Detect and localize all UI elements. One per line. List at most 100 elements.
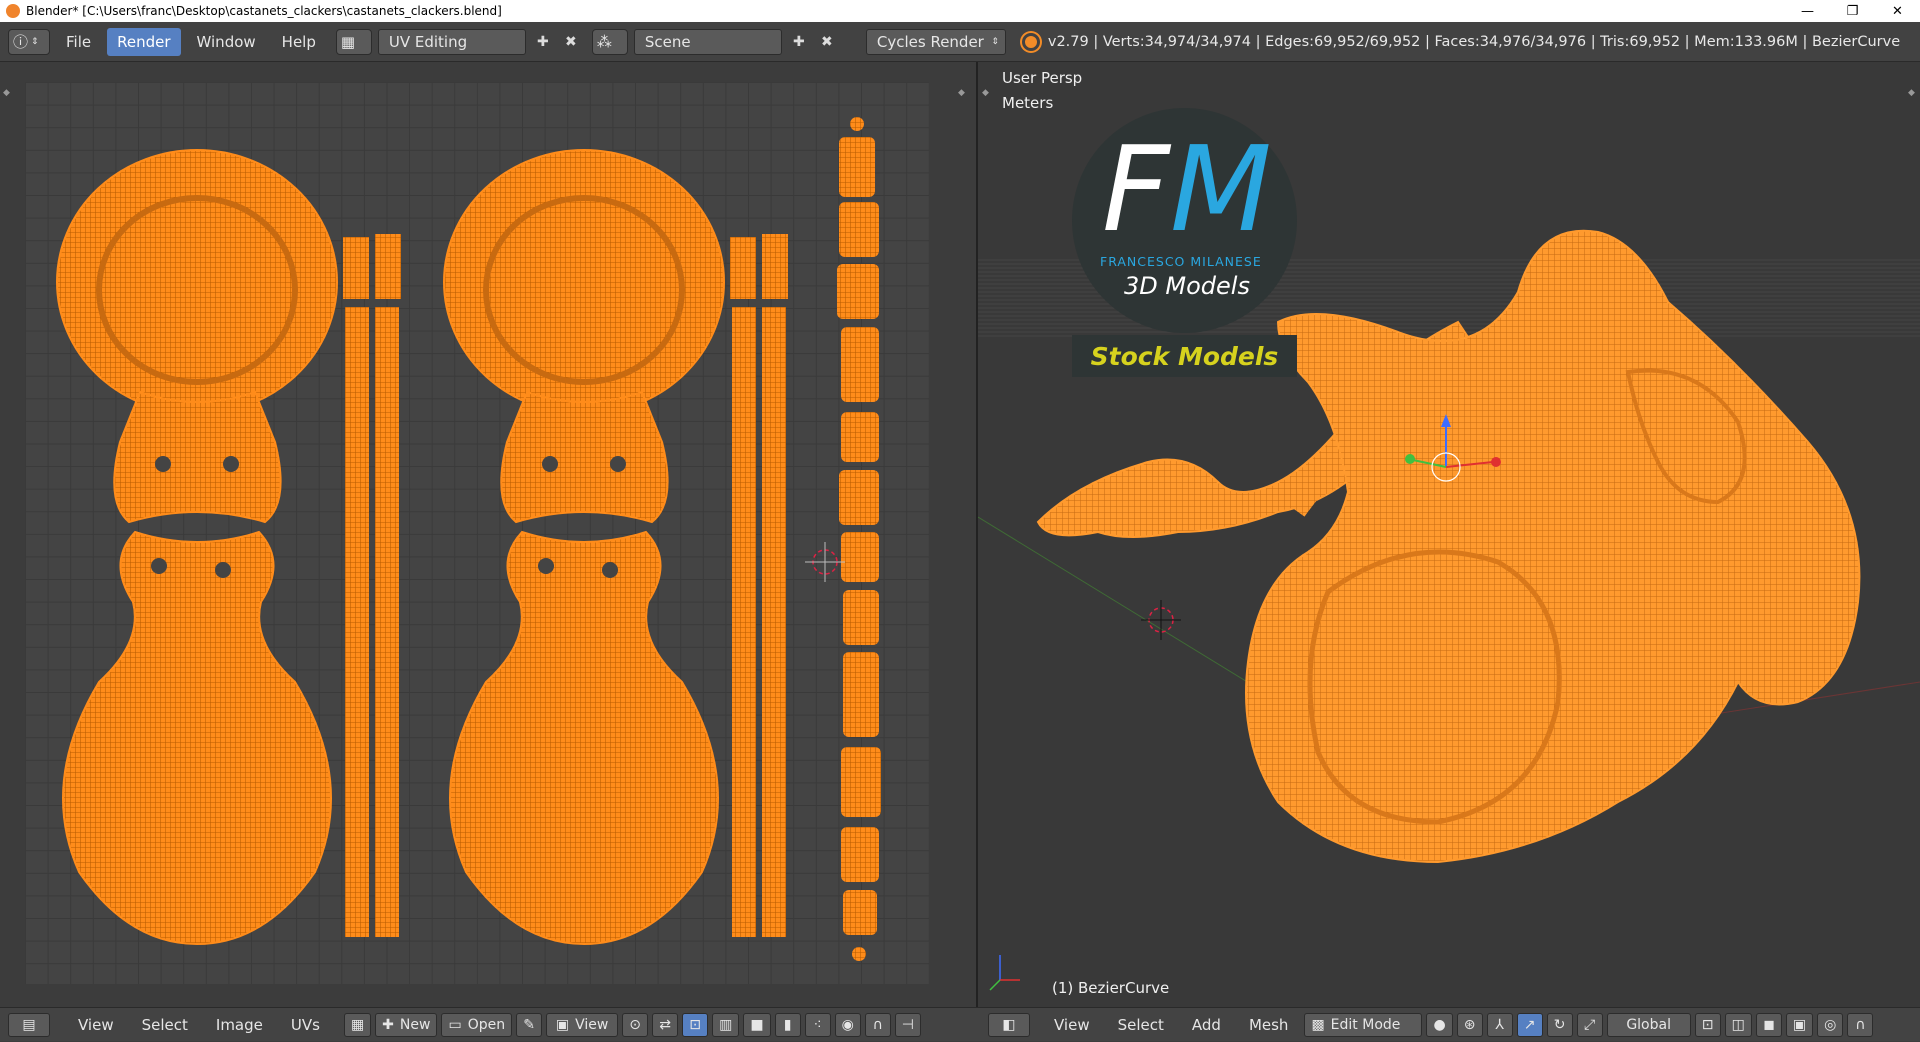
image-browse-button[interactable]: ▦: [343, 1012, 372, 1037]
snap-toggle[interactable]: ∩: [864, 1012, 891, 1037]
updown-icon: ⇕: [31, 36, 39, 47]
scale-manipulator-button[interactable]: ⤢: [1576, 1012, 1603, 1037]
snap-magnet-toggle[interactable]: ∩: [1847, 1012, 1874, 1037]
edge-select-icon: ▥: [719, 1016, 733, 1033]
shading-sphere-icon: ●: [1433, 1016, 1446, 1033]
new-image-label: New: [399, 1016, 431, 1033]
scene-icon: ⁂: [596, 32, 612, 51]
folder-icon: ▭: [448, 1016, 462, 1033]
interaction-mode-select[interactable]: ▩ Edit Mode: [1304, 1012, 1423, 1037]
face-select-mode-button[interactable]: ◼: [1755, 1012, 1782, 1037]
transform-orientation-select[interactable]: Global: [1606, 1012, 1691, 1037]
uv-menu-select[interactable]: Select: [130, 1016, 200, 1034]
uv-menu-view[interactable]: View: [66, 1016, 126, 1034]
blender-logo-icon: [6, 4, 20, 18]
screen-layout-field[interactable]: UV Editing: [377, 28, 526, 55]
open-image-label: Open: [467, 1016, 506, 1033]
edge-mode-icon: ◫: [1731, 1016, 1745, 1033]
dropdown-arrows-icon: ⇕: [991, 36, 999, 47]
scene-browse-button[interactable]: ⁂: [591, 28, 628, 55]
render-engine-select[interactable]: Cycles Render ⇕: [865, 28, 1006, 55]
cube-icon: ◧: [1002, 1016, 1016, 1033]
stock-models-banner: Stock Models: [1072, 335, 1297, 377]
face-select-icon: ■: [750, 1016, 764, 1033]
uv-vertex-select-button[interactable]: ⊡: [682, 1012, 709, 1037]
pivot-point-icon: ⊛: [1463, 1016, 1476, 1033]
logo-letter-m: M: [1170, 120, 1272, 258]
uv-island-strips-right: [730, 234, 788, 937]
2d-cursor-icon[interactable]: [805, 542, 845, 582]
magnet-icon: ∩: [872, 1016, 883, 1033]
rotate-manipulator-button[interactable]: ↻: [1546, 1012, 1573, 1037]
uv-face-select-button[interactable]: ■: [743, 1012, 771, 1037]
view3d-menu-select[interactable]: Select: [1106, 1016, 1176, 1034]
snap-element-icon: ⊣: [901, 1016, 914, 1033]
logo-subtitle: 3D Models: [1124, 272, 1250, 300]
window-titlebar: Blender* [C:\Users\franc\Desktop\castane…: [0, 0, 1920, 22]
viewport-shading-select[interactable]: ●: [1426, 1012, 1453, 1037]
remove-layout-icon[interactable]: ✖: [560, 31, 582, 53]
pin-image-button[interactable]: ✎: [516, 1012, 543, 1037]
vertex-mode-icon: ⊡: [1701, 1016, 1714, 1033]
logo-brand-text: FRANCESCO MILANESE: [1100, 254, 1262, 269]
restore-button[interactable]: ❐: [1830, 0, 1875, 22]
image-editor-icon: ▤: [22, 1016, 36, 1033]
translate-manipulator-button[interactable]: ↗: [1516, 1012, 1543, 1037]
proportional-editing-select[interactable]: ◎: [1817, 1012, 1844, 1037]
minimize-button[interactable]: —: [1785, 0, 1830, 22]
view-mode-label: View: [575, 1016, 609, 1033]
uv-menu-image[interactable]: Image: [204, 1016, 275, 1034]
proportional-edit-icon: ◎: [1824, 1016, 1837, 1033]
limit-selection-toggle[interactable]: ▣: [1785, 1012, 1814, 1037]
arrow-icon: ↗: [1523, 1016, 1536, 1033]
scene-field[interactable]: Scene: [633, 28, 782, 55]
3d-viewport[interactable]: ◆ ◆ User Persp Meters F M FRANCESCO MILA…: [978, 62, 1920, 1007]
face-mode-icon: ◼: [1763, 1016, 1775, 1033]
snap-element-select[interactable]: ⊣: [894, 1012, 921, 1037]
pivot-select[interactable]: ⊙: [622, 1012, 649, 1037]
region-expand-left-icon[interactable]: ◆: [3, 88, 10, 98]
info-icon: ⓘ: [13, 33, 29, 51]
edge-select-mode-button[interactable]: ◫: [1724, 1012, 1752, 1037]
menu-window[interactable]: Window: [187, 28, 266, 56]
manipulator-toggle[interactable]: ⅄: [1486, 1012, 1513, 1037]
uv-image-editor[interactable]: ◆ ◆: [0, 62, 976, 1007]
pivot-point-select[interactable]: ⊛: [1456, 1012, 1483, 1037]
menu-file[interactable]: File: [56, 28, 101, 56]
3d-cursor-icon[interactable]: [1141, 600, 1181, 640]
uv-sync-toggle[interactable]: ⇄: [652, 1012, 679, 1037]
open-image-button[interactable]: ▭ Open: [441, 1012, 513, 1037]
watermark-logo: F M FRANCESCO MILANESE 3D Models: [1072, 108, 1297, 333]
remove-scene-icon[interactable]: ✖: [816, 31, 838, 53]
view3d-menu-mesh[interactable]: Mesh: [1237, 1016, 1301, 1034]
menu-help[interactable]: Help: [272, 28, 326, 56]
pin-icon: ✎: [523, 1016, 535, 1033]
render-engine-value: Cycles Render: [876, 32, 984, 51]
add-scene-icon[interactable]: ✚: [788, 31, 810, 53]
uv-island-cord: [837, 117, 881, 961]
uv-view-mode-select[interactable]: ▣ View: [546, 1012, 619, 1037]
stock-models-label: Stock Models: [1090, 341, 1279, 371]
editor-type-info-button[interactable]: ⓘ ⇕: [8, 28, 50, 55]
sticky-select-mode[interactable]: ⁖: [804, 1012, 831, 1037]
uv-grid-canvas[interactable]: [25, 82, 929, 984]
close-window-button[interactable]: ✕: [1875, 0, 1920, 22]
view3d-header: ◧ View Select Add Mesh ▩ Edit Mode ● ⊛ ⅄…: [976, 1008, 1920, 1042]
uv-edge-select-button[interactable]: ▥: [712, 1012, 740, 1037]
region-expand-right-icon[interactable]: ◆: [958, 88, 965, 98]
view3d-menu-view[interactable]: View: [1042, 1016, 1102, 1034]
menu-render[interactable]: Render: [107, 27, 181, 56]
uv-editor-type-button[interactable]: ▤: [8, 1012, 50, 1037]
proportional-edit-select[interactable]: ◉: [834, 1012, 861, 1037]
layout-grid-icon: ▦: [340, 32, 356, 51]
uv-island-select-button[interactable]: ▮: [774, 1012, 801, 1037]
view3d-menu-add[interactable]: Add: [1180, 1016, 1233, 1034]
vertex-select-mode-button[interactable]: ⊡: [1694, 1012, 1721, 1037]
bottom-headers: ▤ View Select Image UVs ▦ ✚ New ▭ Open ✎…: [0, 1007, 1920, 1041]
screen-layout-browse-button[interactable]: ▦: [335, 28, 372, 55]
new-image-button[interactable]: ✚ New: [375, 1012, 438, 1037]
uv-menu-uvs[interactable]: UVs: [279, 1016, 332, 1034]
view3d-editor-type-button[interactable]: ◧: [988, 1012, 1030, 1037]
add-layout-icon[interactable]: ✚: [532, 31, 554, 53]
logo-letter-f: F: [1102, 120, 1170, 258]
